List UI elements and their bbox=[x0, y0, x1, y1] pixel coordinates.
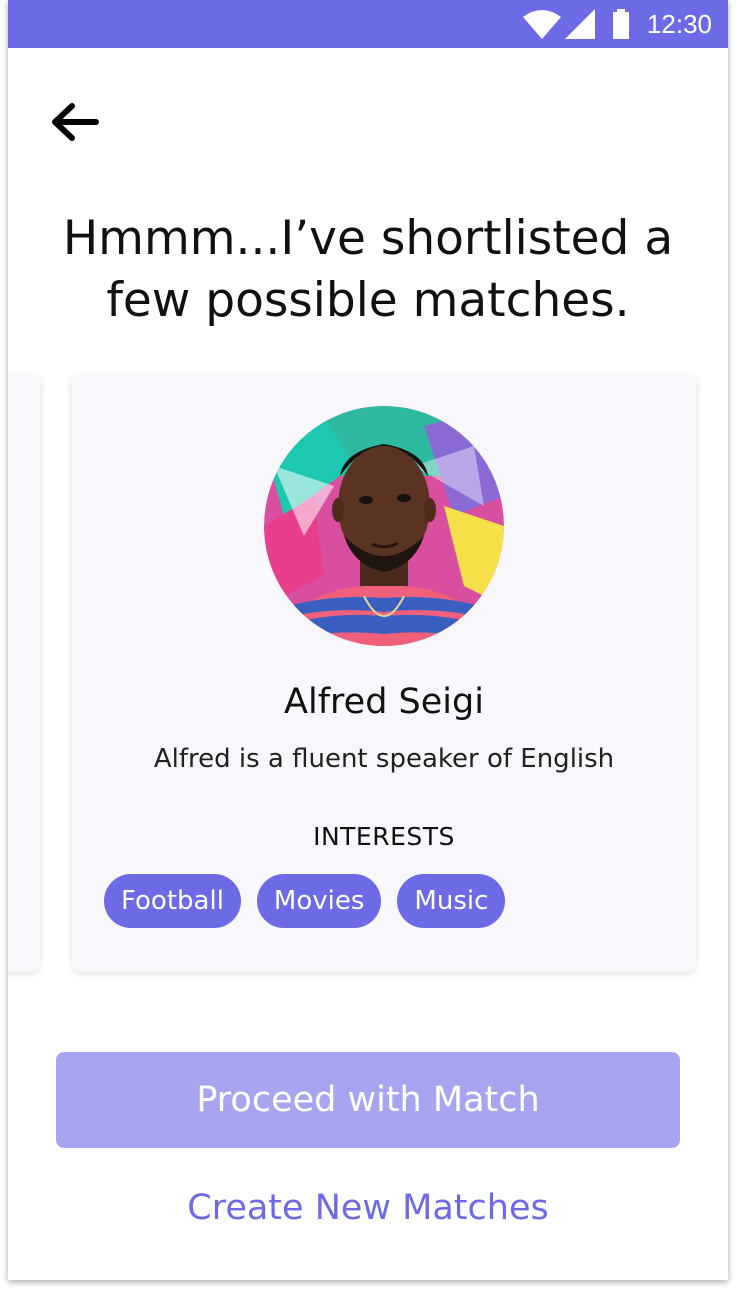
battery-icon bbox=[612, 9, 629, 39]
proceed-with-match-button[interactable]: Proceed with Match bbox=[56, 1052, 680, 1148]
create-new-matches-link[interactable]: Create New Matches bbox=[8, 1188, 728, 1228]
interest-chips: Football Movies Music bbox=[104, 874, 506, 928]
profile-photo bbox=[264, 406, 504, 646]
interest-chip-movies[interactable]: Movies bbox=[256, 874, 382, 928]
page-title-line-2: few possible matches. bbox=[106, 273, 630, 328]
app-screen: 12:30 Hmmm...I’ve shortlisted a few poss… bbox=[8, 0, 728, 1280]
previous-match-card[interactable] bbox=[8, 374, 40, 972]
page-title: Hmmm...I’ve shortlisted a few possible m… bbox=[8, 208, 728, 332]
match-card[interactable]: Alfred Seigi Alfred is a fluent speaker … bbox=[72, 374, 696, 972]
interests-heading: INTERESTS bbox=[313, 822, 455, 851]
avatar bbox=[264, 406, 504, 646]
page-title-line-1: Hmmm...I’ve shortlisted a bbox=[62, 211, 674, 266]
match-description: Alfred is a fluent speaker of English bbox=[153, 744, 615, 774]
cell-signal-icon bbox=[564, 9, 595, 39]
wifi-icon bbox=[522, 10, 561, 39]
interest-chip-music[interactable]: Music bbox=[397, 874, 506, 928]
back-button[interactable] bbox=[48, 90, 112, 154]
arrow-left-icon bbox=[52, 103, 99, 141]
status-time: 12:30 bbox=[646, 8, 712, 39]
status-icons: 12:30 bbox=[522, 0, 712, 48]
match-name: Alfred Seigi bbox=[284, 682, 484, 722]
status-bar: 12:30 bbox=[8, 0, 728, 48]
interest-chip-football[interactable]: Football bbox=[104, 874, 241, 928]
